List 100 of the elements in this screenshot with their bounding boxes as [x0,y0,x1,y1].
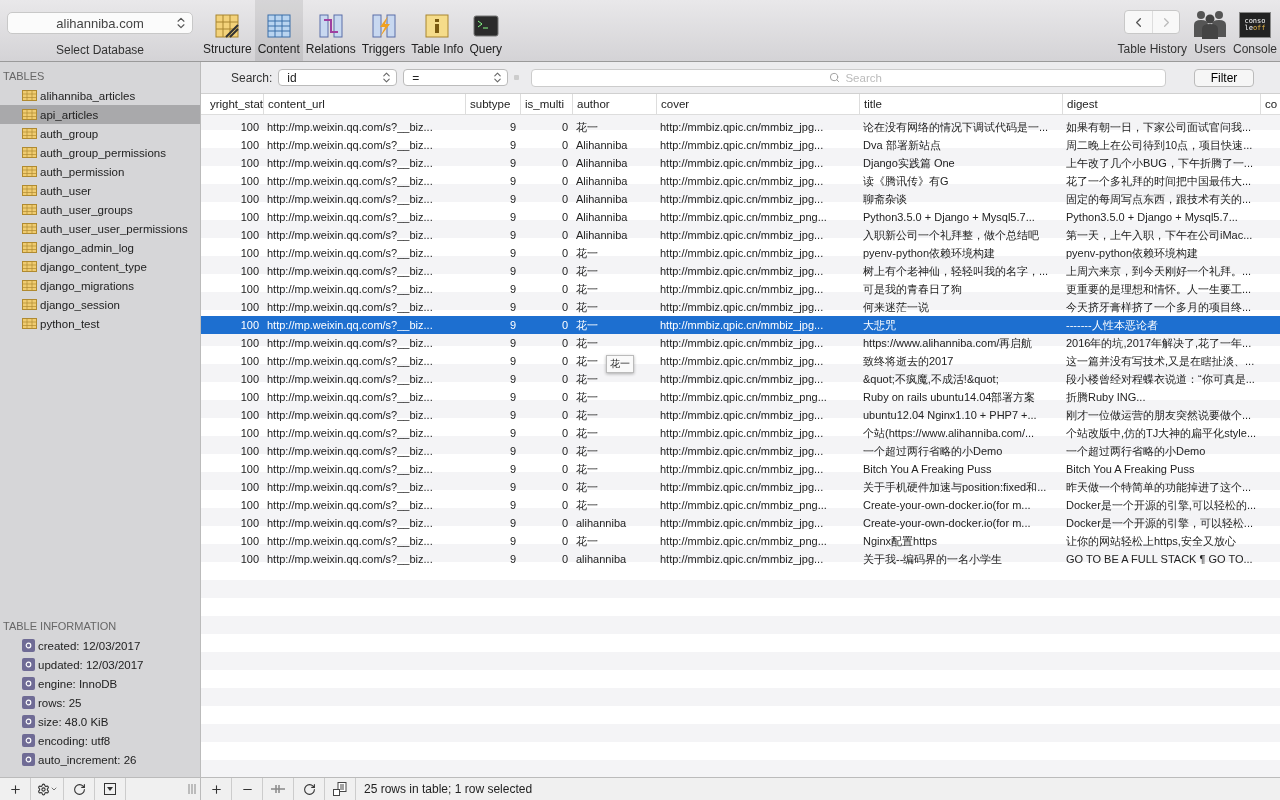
table-cell-text: 9 [508,499,517,511]
table-row[interactable]: 100 http://mp.weixin.qq.com/s?__biz... 9 0 花一 http://mmbiz.qpic.cn/mmbiz_png... Create-your-own-docker.io(for m... Docker是一个开源的引擎,可以轻松的... [201,496,1280,514]
column-header[interactable]: digest [1062,94,1260,114]
table-row[interactable]: 100 http://mp.weixin.qq.com/s?__biz... 9 0 花一 http://mmbiz.qpic.cn/mmbiz_jpg... 可是我的青春日了狗 更重要的是理想和情怀。人一生要工... [201,280,1280,298]
table-cell-text: alihanniba [575,517,628,529]
table-cell-text: Bitch You A Freaking Puss [1065,463,1196,475]
table-row[interactable]: 100 http://mp.weixin.qq.com/s?__biz... 9 0 花一 http://mmbiz.qpic.cn/mmbiz_jpg... Bitch You A Freaking Puss Bitch You A Freaking Puss [201,460,1280,478]
table-list-item[interactable]: auth_user_groups [0,200,200,219]
table-cell-text: 花一 [575,281,599,297]
column-header[interactable]: yright_stat [201,94,263,114]
table-row[interactable]: 100 http://mp.weixin.qq.com/s?__biz... 9 0 Alihanniba http://mmbiz.qpic.cn/mmbiz_jpg... Dva 部署新站点 周二晚上在公司待到10点，项目快速... [201,136,1280,154]
table-list-item[interactable]: api_articles [0,105,200,124]
table-cell-text: 100 [239,301,260,313]
table-list-item[interactable]: python_test [0,314,200,333]
duplicate-row-icon[interactable] [271,784,285,794]
table-cell-text: http://mp.weixin.qq.com/s?__biz... [266,157,434,169]
operator-select[interactable]: = [403,69,509,86]
settings-icon[interactable] [36,782,50,796]
column-header[interactable]: title [859,94,1062,114]
table-list-item[interactable]: django_session [0,295,200,314]
table-row[interactable]: 100 http://mp.weixin.qq.com/s?__biz... 9 0 花一 http://mmbiz.qpic.cn/mmbiz_png... Nginx配置https 让你的网站轻松上https,安全又放心 [201,532,1280,550]
table-row[interactable]: 100 http://mp.weixin.qq.com/s?__biz... 9 0 花一 http://mmbiz.qpic.cn/mmbiz_jpg... pyenv-python依赖环境构建 pyenv-python依赖环境构建 [201,244,1280,262]
filter-box-icon[interactable] [104,783,116,795]
column-header[interactable]: content_url [263,94,465,114]
table-row[interactable]: 100 http://mp.weixin.qq.com/s?__biz... 9 0 alihanniba http://mmbiz.qpic.cn/mmbiz_jpg... 关于我--编码界的一名小学生 GO TO BE A FULL STACK ¶ GO TO... [201,550,1280,568]
users-icon[interactable] [1192,9,1227,39]
tables-heading: TABLES [2,69,46,84]
table-row[interactable]: 100 http://mp.weixin.qq.com/s?__biz... 9 0 花一 http://mmbiz.qpic.cn/mmbiz_jpg... 一个超过两行省略的小Demo 一个超过两行省略的小Demo [201,442,1280,460]
table-row[interactable]: 100 http://mp.weixin.qq.com/s?__biz... 9 0 花一 http://mmbiz.qpic.cn/mmbiz_jpg... 个站(https://www.alihanniba.com/... 个站改版中,仿的TJ大神的扁平化style... [201,424,1280,442]
table-list-item[interactable]: django_content_type [0,257,200,276]
toolbar-tab[interactable]: Structure [200,0,255,61]
field-select[interactable]: id [278,69,398,86]
table-row[interactable]: 100 http://mp.weixin.qq.com/s?__biz... 9 0 花一 http://mmbiz.qpic.cn/mmbiz_jpg... 大悲咒 -------人性本恶论者 [201,316,1280,334]
table-row[interactable]: 100 http://mp.weixin.qq.com/s?__biz... 9 0 花一 http://mmbiz.qpic.cn/mmbiz_jpg... &quot;不疯魔,不成活!&quot; 段小楼曾经对程蝶衣说道：“你可真是... [201,370,1280,388]
column-header[interactable]: subtype [465,94,520,114]
table-cell-text: 段小楼曾经对程蝶衣说道：“你可真是... [1065,371,1256,387]
export-document-icon[interactable] [333,782,347,796]
toolbar-tab[interactable]: Relations [302,0,359,61]
add-row-icon[interactable] [209,782,223,796]
table-icon [22,185,37,196]
table-row[interactable]: 100 http://mp.weixin.qq.com/s?__biz... 9 0 花一 http://mmbiz.qpic.cn/mmbiz_jpg... https://www.alihanniba.com/再启航 2016年的坑,2017年解决了,花了一年... [201,334,1280,352]
table-list-item[interactable]: auth_user_user_permissions [0,219,200,238]
table-cell-text: 9 [508,535,517,547]
refresh-icon[interactable] [302,782,316,796]
table-cell-text: &quot;不疯魔,不成活!&quot; [862,371,1000,387]
table-row[interactable]: 100 http://mp.weixin.qq.com/s?__biz... 9 0 Alihanniba http://mmbiz.qpic.cn/mmbiz_jpg... 入职新公司一个礼拜整，做个总结吧 第一天，上午入职，下午在公司iMac... [201,226,1280,244]
column-header[interactable]: author [572,94,656,114]
database-select[interactable]: alihanniba.com [7,12,193,34]
table-row[interactable]: 100 http://mp.weixin.qq.com/s?__biz... 9 0 花一 http://mmbiz.qpic.cn/mmbiz_png... Ruby on rails ubuntu14.04部署方案 折腾Ruby ING... [201,388,1280,406]
resize-handle-icon[interactable] [188,784,196,794]
table-cell-text: http://mmbiz.qpic.cn/mmbiz_jpg... [659,229,825,241]
table-row[interactable]: 100 http://mp.weixin.qq.com/s?__biz... 9 0 花一 http://mmbiz.qpic.cn/mmbiz_jpg... ubuntu12.04 Nginx1.10 + PHP7 +... 刚才一位做运营的朋友突然说要做个... [201,406,1280,424]
table-row[interactable]: 100 http://mp.weixin.qq.com/s?__biz... 9 0 Alihanniba http://mmbiz.qpic.cn/mmbiz_jpg... 读《腾讯传》有G 花了一个多礼拜的时间把中国最伟大... [201,172,1280,190]
table-list-item[interactable]: auth_user [0,181,200,200]
table-row[interactable]: 100 http://mp.weixin.qq.com/s?__biz... 9 0 花一 http://mmbiz.qpic.cn/mmbiz_jpg... 树上有个老神仙，轻轻叫我的名字，... 上周六来京，到今天刚好一个礼拜。... [201,262,1280,280]
table-cell-text: 100 [239,121,260,133]
table-row[interactable]: 100 http://mp.weixin.qq.com/s?__biz... 9 0 花一 http://mmbiz.qpic.cn/mmbiz_jpg... 关于手机硬件加速与position:fixed和... 昨天做一个特简单的功能掉进了这个... [201,478,1280,496]
table-cell-text: 致终将逝去的2017 [862,353,955,369]
table-cell-text: 0 [560,247,569,259]
toolbar-tab[interactable]: Triggers [358,0,409,61]
toolbar-tab[interactable]: Content [254,0,303,61]
toolbar-tab[interactable]: Query [466,0,506,61]
table-icon [22,223,37,234]
table-row[interactable]: 100 http://mp.weixin.qq.com/s?__biz... 9 0 花一 花一 http://mmbiz.qpic.cn/mmbiz_jpg... 致终将逝去的2017 这一篇并没有写技术,又是在瞎扯淡、... [201,352,1280,370]
table-cell-text: http://mp.weixin.qq.com/s?__biz... [266,247,434,259]
column-header[interactable]: co [1260,94,1280,114]
table-cell-text: http://mp.weixin.qq.com/s?__biz... [266,409,434,421]
table-cell-text: 0 [560,337,569,349]
table-cell-text: alihanniba [575,553,628,565]
table-row[interactable]: 100 http://mp.weixin.qq.com/s?__biz... 9 0 Alihanniba http://mmbiz.qpic.cn/mmbiz_jpg... Django实践篇 One 上午改了几个小BUG，下午折腾了一... [201,154,1280,172]
table-row[interactable]: 100 http://mp.weixin.qq.com/s?__biz... 9 0 Alihanniba http://mmbiz.qpic.cn/mmbiz_jpg... 聊斋杂谈 固定的每周写点东西，跟技术有关的... [201,190,1280,208]
table-cell-text: 花一 [575,479,599,495]
toolbar-tab[interactable]: Table Info [408,0,467,61]
table-list-item[interactable]: auth_permission [0,162,200,181]
filter-button[interactable]: Filter [1194,68,1254,87]
table-cell-text: http://mmbiz.qpic.cn/mmbiz_png... [659,499,828,511]
table-cell-text: 0 [560,283,569,295]
table-row[interactable]: 100 http://mp.weixin.qq.com/s?__biz... 9 0 Alihanniba http://mmbiz.qpic.cn/mmbiz_png... Python3.5.0 + Django + Mysql5.7... Python3.5.0 + Django + Mysql5.7... [201,208,1280,226]
column-header[interactable]: cover [656,94,859,114]
table-row[interactable]: 100 http://mp.weixin.qq.com/s?__biz... 9 0 alihanniba http://mmbiz.qpic.cn/mmbiz_jpg... Create-your-own-docker.io(for m... Docker是一个开源的引擎，可以轻松... [201,514,1280,532]
table-cell-text: http://mmbiz.qpic.cn/mmbiz_jpg... [659,427,825,439]
table-icon [22,90,37,101]
table-list-item[interactable]: auth_group [0,124,200,143]
table-cell-text: 0 [560,517,569,529]
table-cell-text: 0 [560,265,569,277]
table-cell-text: http://mmbiz.qpic.cn/mmbiz_jpg... [659,481,825,493]
refresh-icon[interactable] [72,782,86,796]
table-cell-text: 个站(https://www.alihanniba.com/... [862,425,1036,441]
search-field[interactable]: Search [531,68,1166,87]
table-row[interactable]: 100 http://mp.weixin.qq.com/s?__biz... 9 0 花一 http://mmbiz.qpic.cn/mmbiz_jpg... 论在没有网络的情况下调试代码是一... 如果有朝一日，下家公司面试官问我... [201,118,1280,136]
table-list-item[interactable]: django_admin_log [0,238,200,257]
column-header[interactable]: is_multi [520,94,572,114]
table-cell-text: http://mp.weixin.qq.com/s?__biz... [266,499,434,511]
table-list-item[interactable]: alihanniba_articles [0,86,200,105]
table-info-text: updated: 12/03/2017 [38,658,144,671]
table-row[interactable]: 100 http://mp.weixin.qq.com/s?__biz... 9 0 花一 http://mmbiz.qpic.cn/mmbiz_jpg... 何来迷茫一说 今天挤牙膏样挤了一个多月的项目终... [201,298,1280,316]
table-cell-text: 花一 [575,443,599,459]
add-icon[interactable] [8,782,22,796]
table-list-item[interactable]: django_migrations [0,276,200,295]
table-list-item[interactable]: auth_group_permissions [0,143,200,162]
